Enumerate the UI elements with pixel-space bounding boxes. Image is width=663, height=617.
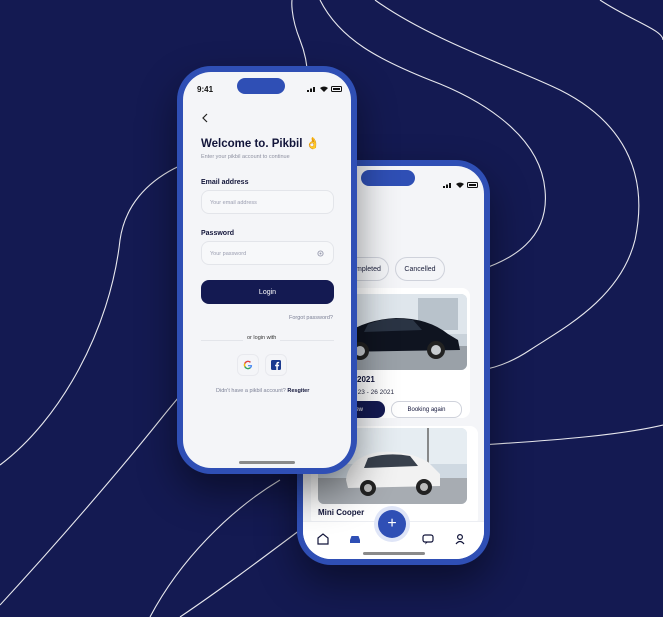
battery-icon [467,182,478,188]
register-link[interactable]: Resgiter [287,388,309,394]
dynamic-island [361,170,415,186]
register-prompt: Didn't have a pikbil account? Resgiter [216,388,310,394]
signal-icon [307,87,315,92]
page-subtitle: Enter your pikbil account to continue [201,154,290,160]
chevron-left-icon [202,113,208,123]
google-login-button[interactable] [237,354,259,376]
show-password-icon[interactable] [316,249,325,258]
chat-icon[interactable] [421,532,435,546]
profile-icon[interactable] [453,532,467,546]
hand-emoji: 👌 [305,138,320,150]
car-title: Mini Cooper [318,508,365,517]
add-booking-button[interactable]: + [378,510,406,538]
back-button[interactable] [201,112,209,126]
forgot-password-link[interactable]: Forgot password? [289,315,333,321]
home-indicator [239,461,295,464]
status-time: 9:41 [197,85,214,94]
status-icons [307,86,343,92]
google-icon [243,360,253,370]
email-field[interactable] [202,192,333,214]
login-phone-mockup: 9:41 Welcome to. Pikbil 👌 Enter your pik… [177,66,357,474]
password-label: Password [201,230,235,237]
email-field-wrapper [201,190,334,214]
battery-icon [331,86,342,92]
page-title: Welcome to. Pikbil 👌 [201,138,320,150]
wifi-icon [320,86,328,92]
tab-cancelled[interactable]: Cancelled [395,257,445,281]
car-icon[interactable] [348,532,362,546]
or-login-with-label: or login with [243,335,281,341]
facebook-icon [271,360,281,370]
password-field-wrapper [201,241,334,265]
login-screen: 9:41 Welcome to. Pikbil 👌 Enter your pik… [183,72,351,468]
signal-icon [443,183,451,188]
email-label: Email address [201,179,249,186]
status-icons [443,182,479,188]
home-indicator [363,552,425,555]
login-button[interactable]: Login [201,280,334,304]
booking-again-button[interactable]: Booking again [391,401,462,418]
wifi-icon [456,182,464,188]
password-field[interactable] [202,243,333,265]
facebook-login-button[interactable] [265,354,287,376]
dynamic-island [237,78,285,94]
home-icon[interactable] [316,532,330,546]
